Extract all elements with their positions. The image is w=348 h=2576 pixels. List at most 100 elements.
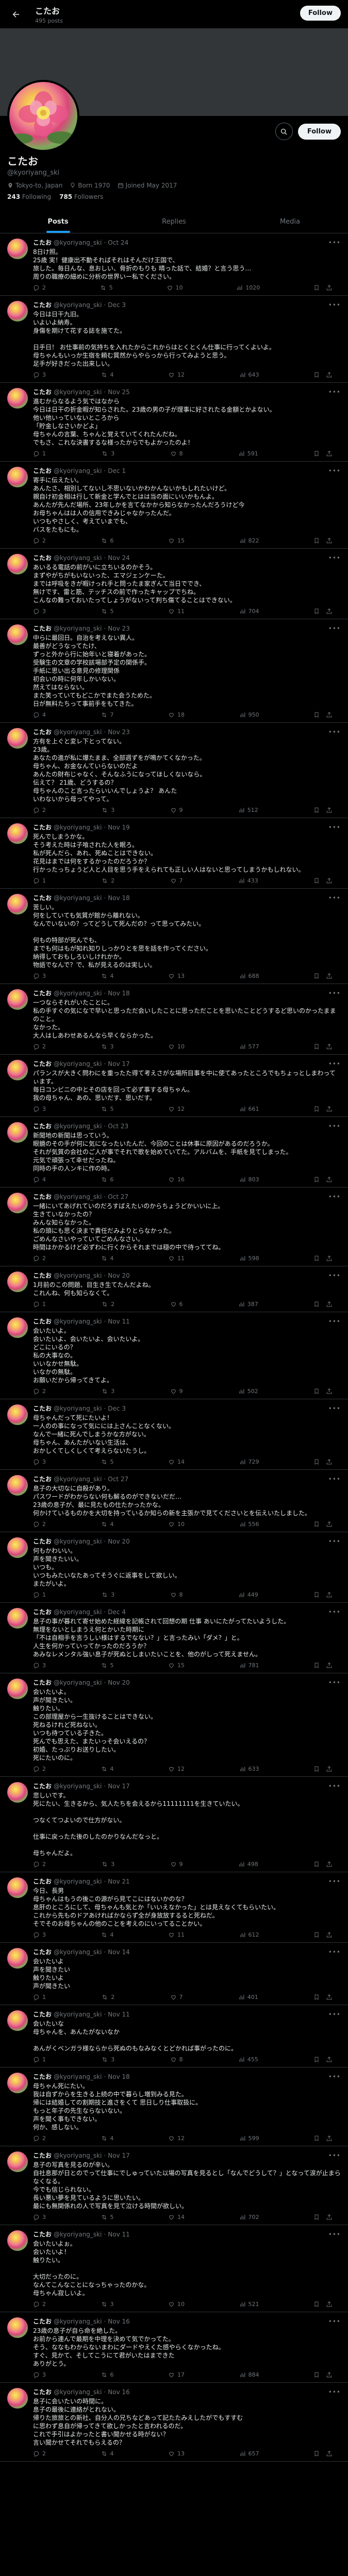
tweet[interactable]: こたお @kyoriyang_ski · Nov 23 ••• 方有を上ぐと変レ… (0, 723, 348, 818)
like-button[interactable]: 8 (170, 1591, 183, 1598)
tweet-date[interactable]: Nov 14 (108, 1948, 130, 1956)
tweet-author-name[interactable]: こたお (33, 894, 52, 902)
reply-button[interactable]: 1 (33, 2056, 46, 2063)
views-button[interactable]: 803 (239, 1176, 259, 1183)
tweet-date[interactable]: Nov 16 (108, 2388, 130, 2396)
bookmark-button[interactable] (313, 1301, 320, 1308)
reply-button[interactable]: 3 (33, 371, 46, 378)
tweet-date[interactable]: Dec 3 (108, 301, 126, 309)
tweet-author-name[interactable]: こたお (33, 2073, 52, 2081)
share-button[interactable] (326, 284, 333, 291)
bookmark-button[interactable] (313, 877, 320, 884)
tweet-author-name[interactable]: こたお (33, 2010, 52, 2019)
share-button[interactable] (326, 1662, 333, 1669)
tweet-avatar[interactable] (7, 2151, 28, 2172)
tweet-avatar[interactable] (7, 301, 28, 321)
tweet-date[interactable]: Nov 17 (108, 2151, 130, 2160)
tweet-date[interactable]: Nov 18 (108, 989, 130, 997)
share-button[interactable] (326, 877, 333, 884)
tweet[interactable]: こたお @kyoriyang_ski · Nov 18 ••• 苦しい。 何をし… (0, 889, 348, 984)
views-button[interactable]: 449 (238, 1591, 258, 1598)
share-button[interactable] (326, 1766, 333, 1772)
tweet[interactable]: こたお @kyoriyang_ski · Oct 23 ••• 新聞地の新聞は思… (0, 1117, 348, 1188)
views-button[interactable]: 521 (239, 2301, 259, 2308)
tweet-author-name[interactable]: こたお (33, 2317, 52, 2326)
like-button[interactable]: 10 (167, 284, 183, 291)
tweet-date[interactable]: Nov 25 (108, 388, 130, 396)
tweet-author-name[interactable]: こたお (33, 467, 52, 475)
tweet[interactable]: こたお @kyoriyang_ski · Oct 27 ••• 息子の大切なに自… (0, 1470, 348, 1532)
reply-button[interactable]: 3 (33, 2371, 46, 2378)
views-button[interactable]: 433 (238, 877, 258, 884)
tweet-author-name[interactable]: こたお (33, 2151, 52, 2160)
tweet-avatar[interactable] (7, 2388, 28, 2409)
like-button[interactable]: 8 (170, 450, 183, 457)
tweet-author-name[interactable]: こたお (33, 301, 52, 309)
bookmark-button[interactable] (313, 2301, 320, 2308)
tweet[interactable]: こたお @kyoriyang_ski · Oct 24 ••• 8日け照。 25… (0, 233, 348, 296)
tweet-avatar[interactable] (7, 728, 28, 749)
share-button[interactable] (326, 2301, 333, 2308)
more-options-icon[interactable]: ••• (328, 1272, 341, 1280)
tweet-author-name[interactable]: こたお (33, 2388, 52, 2396)
views-button[interactable]: 657 (239, 2450, 259, 2457)
tweet-date[interactable]: Nov 17 (108, 1060, 130, 1068)
views-button[interactable]: 643 (239, 371, 259, 378)
bookmark-button[interactable] (313, 1176, 320, 1183)
tweet[interactable]: こたお @kyoriyang_ski · Nov 11 ••• 会いたいよ。 会… (0, 1312, 348, 1399)
tweet[interactable]: こたお @kyoriyang_ski · Nov 24 ••• あいるる電話の前… (0, 549, 348, 619)
bookmark-button[interactable] (313, 807, 320, 814)
bookmark-button[interactable] (313, 2450, 320, 2457)
reply-button[interactable]: 1 (33, 877, 46, 884)
share-button[interactable] (326, 450, 333, 457)
tweet-avatar[interactable] (7, 1404, 28, 1425)
tweet-author-name[interactable]: こたお (33, 388, 52, 396)
tweet-author-name[interactable]: こたお (33, 554, 52, 562)
tweet-date[interactable]: Dec 4 (108, 1608, 126, 1616)
reply-button[interactable]: 3 (33, 1106, 46, 1112)
like-button[interactable]: 11 (168, 608, 185, 615)
like-button[interactable]: 10 (168, 1521, 185, 1528)
bookmark-button[interactable] (313, 2135, 320, 2142)
views-button[interactable]: 591 (238, 450, 258, 457)
like-button[interactable]: 10 (168, 2301, 185, 2308)
bookmark-button[interactable] (313, 1591, 320, 1598)
tweet-author-name[interactable]: こたお (33, 1404, 52, 1413)
tweet-date[interactable]: Nov 16 (108, 2317, 130, 2326)
repost-button[interactable]: 5 (101, 1459, 114, 1465)
more-options-icon[interactable]: ••• (328, 2151, 341, 2160)
share-button[interactable] (326, 608, 333, 615)
reply-button[interactable]: 2 (33, 1388, 46, 1395)
tweet-date[interactable]: Nov 18 (108, 2073, 130, 2081)
more-options-icon[interactable]: ••• (328, 1537, 341, 1546)
bookmark-button[interactable] (313, 1255, 320, 1262)
tweet-avatar[interactable] (7, 554, 28, 574)
share-button[interactable] (326, 1459, 333, 1465)
tweet-avatar[interactable] (7, 2010, 28, 2031)
bookmark-button[interactable] (313, 371, 320, 378)
tweet-avatar[interactable] (7, 1475, 28, 1496)
views-button[interactable]: 598 (239, 1255, 259, 1262)
like-button[interactable]: 7 (170, 877, 183, 884)
tweet[interactable]: こたお @kyoriyang_ski · Dec 1 ••• 寄手に伝えたい。 … (0, 462, 348, 549)
repost-button[interactable]: 5 (101, 2214, 114, 2221)
tweet[interactable]: こたお @kyoriyang_ski · Nov 17 ••• 息子の写真を見る… (0, 2146, 348, 2225)
views-button[interactable]: 633 (239, 1766, 259, 1772)
top-follow-button[interactable]: Follow (300, 6, 341, 21)
tweet-date[interactable]: Oct 27 (108, 1475, 128, 1483)
tweet-date[interactable]: Nov 24 (108, 554, 130, 562)
tweet[interactable]: こたお @kyoriyang_ski · Oct 27 ••• 一緒にいてあげれ… (0, 1188, 348, 1266)
reply-button[interactable]: 3 (33, 1459, 46, 1465)
more-options-icon[interactable]: ••• (328, 1608, 341, 1616)
profile-avatar[interactable] (7, 80, 79, 152)
reply-button[interactable]: 2 (33, 2135, 46, 2142)
share-button[interactable] (326, 1994, 333, 2001)
share-button[interactable] (326, 2450, 333, 2457)
bookmark-button[interactable] (313, 1459, 320, 1465)
more-options-icon[interactable]: ••• (328, 989, 341, 997)
share-button[interactable] (326, 371, 333, 378)
share-button[interactable] (326, 973, 333, 979)
bookmark-button[interactable] (313, 284, 320, 291)
more-options-icon[interactable]: ••• (328, 2010, 341, 2019)
more-options-icon[interactable]: ••• (328, 1122, 341, 1130)
